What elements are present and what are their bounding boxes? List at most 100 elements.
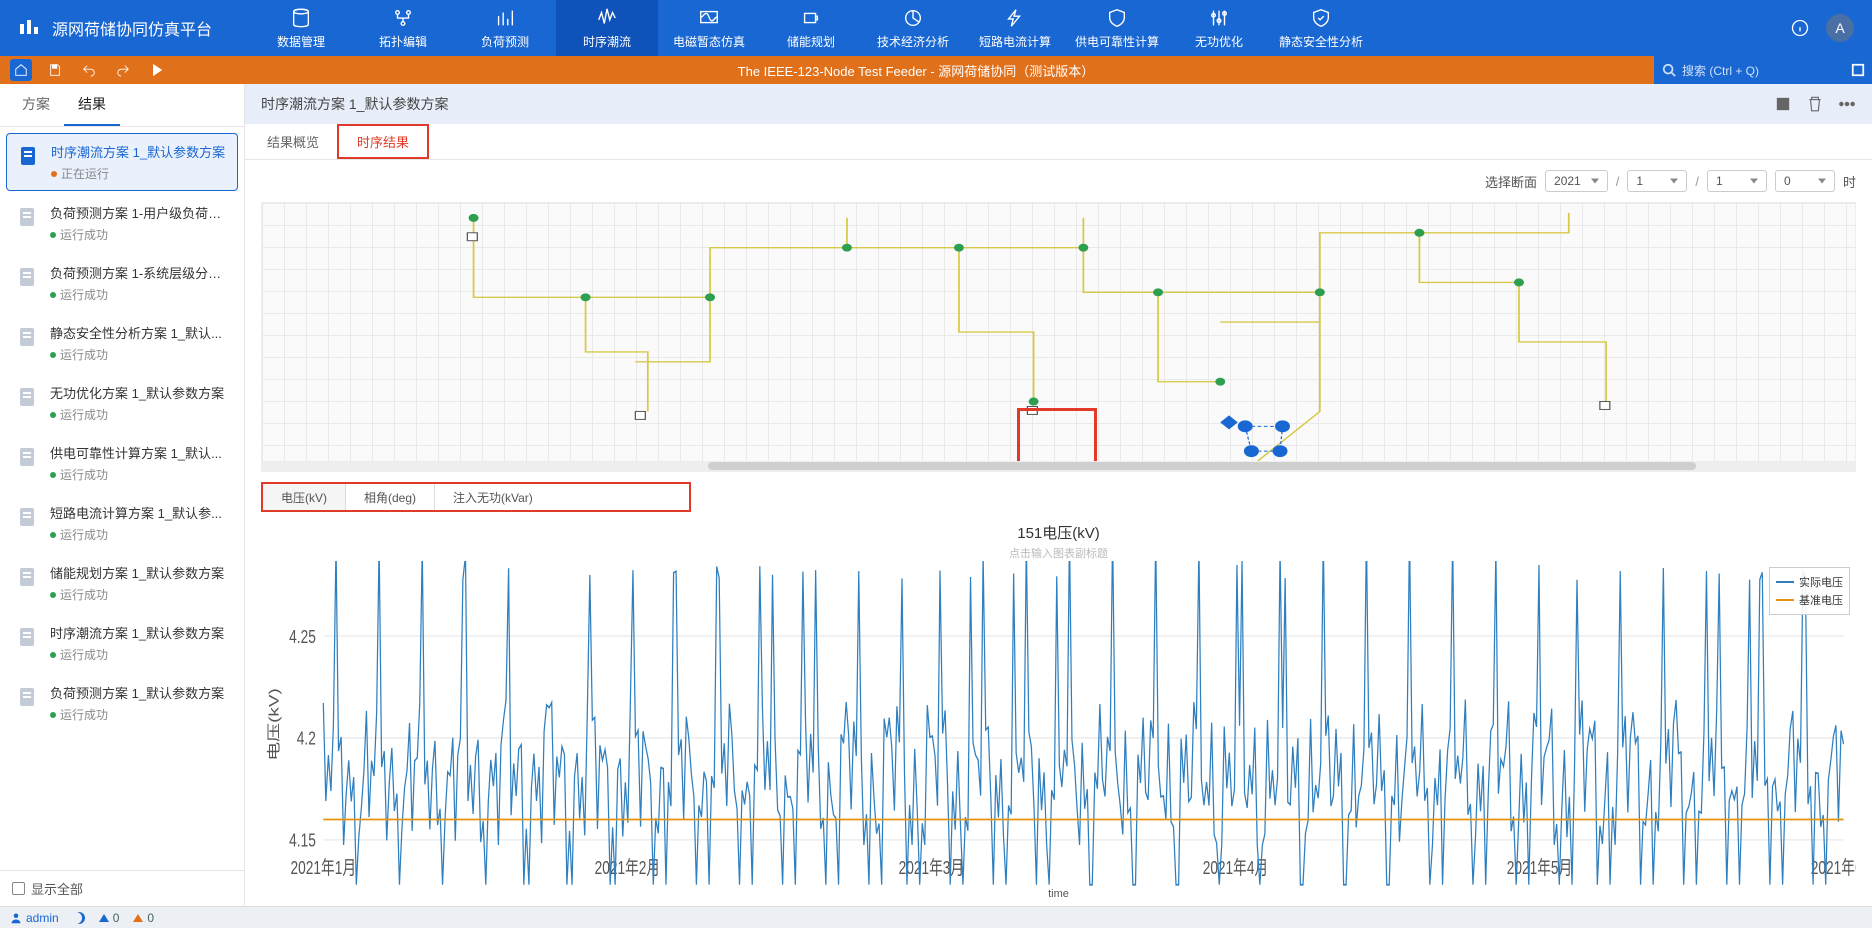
more-icon[interactable] (1838, 95, 1856, 113)
nav-topo[interactable]: 拓扑编辑 (352, 0, 454, 56)
plan-item[interactable]: 无功优化方案 1_默认参数方案运行成功 (6, 375, 238, 431)
plan-icon (16, 625, 40, 649)
play-icon[interactable] (146, 59, 168, 81)
brand-logo-icon (18, 16, 42, 40)
redo-icon[interactable] (112, 59, 134, 81)
plan-item[interactable]: 负荷预测方案 1-用户级负荷预...运行成功 (6, 195, 238, 251)
avatar[interactable]: A (1826, 14, 1854, 42)
svg-text:2021年1月: 2021年1月 (291, 857, 356, 879)
svg-text:电压(kV): 电压(kV) (266, 688, 282, 761)
expand-icon[interactable] (1844, 56, 1872, 84)
tab-plans[interactable]: 方案 (8, 84, 64, 126)
plan-icon (16, 385, 40, 409)
plan-item[interactable]: 负荷预测方案 1_默认参数方案运行成功 (6, 675, 238, 731)
stop-icon[interactable] (1774, 95, 1792, 113)
plan-list: 时序潮流方案 1_默认参数方案正在运行负荷预测方案 1-用户级负荷预...运行成… (0, 127, 244, 870)
search-placeholder: 搜索 (Ctrl + Q) (1682, 62, 1759, 79)
triangle-blue-icon (99, 914, 109, 922)
show-all-checkbox[interactable] (12, 882, 25, 895)
delete-icon[interactable] (1806, 95, 1824, 113)
main-panel: 时序潮流方案 1_默认参数方案 结果概览 时序结果 选择断面 2021 / 1 … (245, 84, 1872, 906)
topology-scroll[interactable] (262, 461, 1855, 471)
status-warn-count[interactable]: 0 (133, 911, 154, 925)
plan-item[interactable]: 负荷预测方案 1-系统层级分析...运行成功 (6, 255, 238, 311)
subtab-timeseries[interactable]: 时序结果 (337, 124, 429, 159)
svg-text:4.2: 4.2 (297, 728, 316, 750)
status-theme[interactable] (73, 912, 85, 924)
svg-text:2021年2月: 2021年2月 (595, 857, 660, 879)
project-title: The IEEE-123-Node Test Feeder - 源网荷储协同（测… (178, 56, 1654, 84)
brand: 源网荷储协同仿真平台 (0, 16, 250, 40)
plan-item[interactable]: 静态安全性分析方案 1_默认...运行成功 (6, 315, 238, 371)
nav-bars[interactable]: 负荷预测 (454, 0, 556, 56)
toolbar-left (0, 56, 178, 84)
save-icon[interactable] (44, 59, 66, 81)
plan-icon (17, 144, 41, 168)
nav-shield[interactable]: 供电可靠性计算 (1066, 0, 1168, 56)
metric-tab[interactable]: 注入无功(kVar) (435, 484, 551, 510)
undo-icon[interactable] (78, 59, 100, 81)
nav-db[interactable]: 数据管理 (250, 0, 352, 56)
chart-title: 151电压(kV) (261, 522, 1856, 543)
topology-canvas[interactable] (261, 202, 1856, 472)
nav-shield2[interactable]: 静态安全性分析 (1270, 0, 1372, 56)
search-box[interactable]: 搜索 (Ctrl + Q) (1654, 56, 1844, 84)
show-all[interactable]: 显示全部 (0, 870, 244, 906)
plan-icon (16, 565, 40, 589)
svg-text:2021年3月: 2021年3月 (899, 857, 964, 879)
body: 方案 结果 时序潮流方案 1_默认参数方案正在运行负荷预测方案 1-用户级负荷预… (0, 84, 1872, 906)
select-year[interactable]: 2021 (1545, 170, 1608, 192)
info-icon[interactable] (1790, 18, 1810, 38)
hour-unit: 时 (1843, 172, 1856, 191)
brand-title: 源网荷储协同仿真平台 (52, 16, 212, 40)
select-day[interactable]: 1 (1707, 170, 1767, 192)
svg-text:4.25: 4.25 (289, 626, 316, 648)
status-bar: admin 0 0 (0, 906, 1872, 928)
status-user[interactable]: admin (10, 911, 59, 925)
metric-tabs: 电压(kV)相角(deg)注入无功(kVar) (261, 482, 691, 512)
status-info-count[interactable]: 0 (99, 911, 120, 925)
pie-icon (902, 7, 924, 29)
section-bar: 选择断面 2021 / 1 / 1 0 时 (245, 160, 1872, 202)
nav-scope[interactable]: 电磁暂态仿真 (658, 0, 760, 56)
nav-pie[interactable]: 技术经济分析 (862, 0, 964, 56)
plan-icon (16, 265, 40, 289)
sub-tabs: 结果概览 时序结果 (245, 124, 1872, 160)
bolt-icon (1004, 7, 1026, 29)
triangle-orange-icon (133, 914, 143, 922)
shield2-icon (1310, 7, 1332, 29)
plan-icon (16, 505, 40, 529)
nav-sliders[interactable]: 无功优化 (1168, 0, 1270, 56)
shield-icon (1106, 7, 1128, 29)
nav-wave[interactable]: 时序潮流 (556, 0, 658, 56)
plan-item[interactable]: 时序潮流方案 1_默认参数方案运行成功 (6, 615, 238, 671)
left-tabs: 方案 结果 (0, 84, 244, 127)
nav-bolt[interactable]: 短路电流计算 (964, 0, 1066, 56)
subtab-overview[interactable]: 结果概览 (249, 124, 337, 159)
plan-icon (16, 205, 40, 229)
battery-icon (800, 7, 822, 29)
plan-icon (16, 325, 40, 349)
db-icon (290, 7, 312, 29)
crumb-title: 时序潮流方案 1_默认参数方案 (261, 94, 1774, 114)
topo-icon (392, 7, 414, 29)
plan-item[interactable]: 时序潮流方案 1_默认参数方案正在运行 (6, 133, 238, 191)
svg-text:2021年6月: 2021年6月 (1811, 857, 1856, 879)
tab-results[interactable]: 结果 (64, 84, 120, 126)
select-hour[interactable]: 0 (1775, 170, 1835, 192)
show-all-label: 显示全部 (31, 879, 83, 898)
plan-item[interactable]: 供电可靠性计算方案 1_默认...运行成功 (6, 435, 238, 491)
nav-battery[interactable]: 储能规划 (760, 0, 862, 56)
nav-modules: 数据管理拓扑编辑负荷预测时序潮流电磁暂态仿真储能规划技术经济分析短路电流计算供电… (250, 0, 1772, 56)
scope-icon (698, 7, 720, 29)
metric-tab[interactable]: 相角(deg) (346, 484, 435, 510)
sliders-icon (1208, 7, 1230, 29)
home-icon[interactable] (10, 59, 32, 81)
plan-item[interactable]: 储能规划方案 1_默认参数方案运行成功 (6, 555, 238, 611)
select-month[interactable]: 1 (1627, 170, 1687, 192)
plan-item[interactable]: 短路电流计算方案 1_默认参...运行成功 (6, 495, 238, 551)
section-label: 选择断面 (1485, 172, 1537, 191)
chart-area[interactable]: 4.154.24.25电压(kV)2021年1月2021年2月2021年3月20… (261, 561, 1856, 888)
wave-icon (596, 7, 618, 29)
metric-tab[interactable]: 电压(kV) (263, 484, 346, 510)
